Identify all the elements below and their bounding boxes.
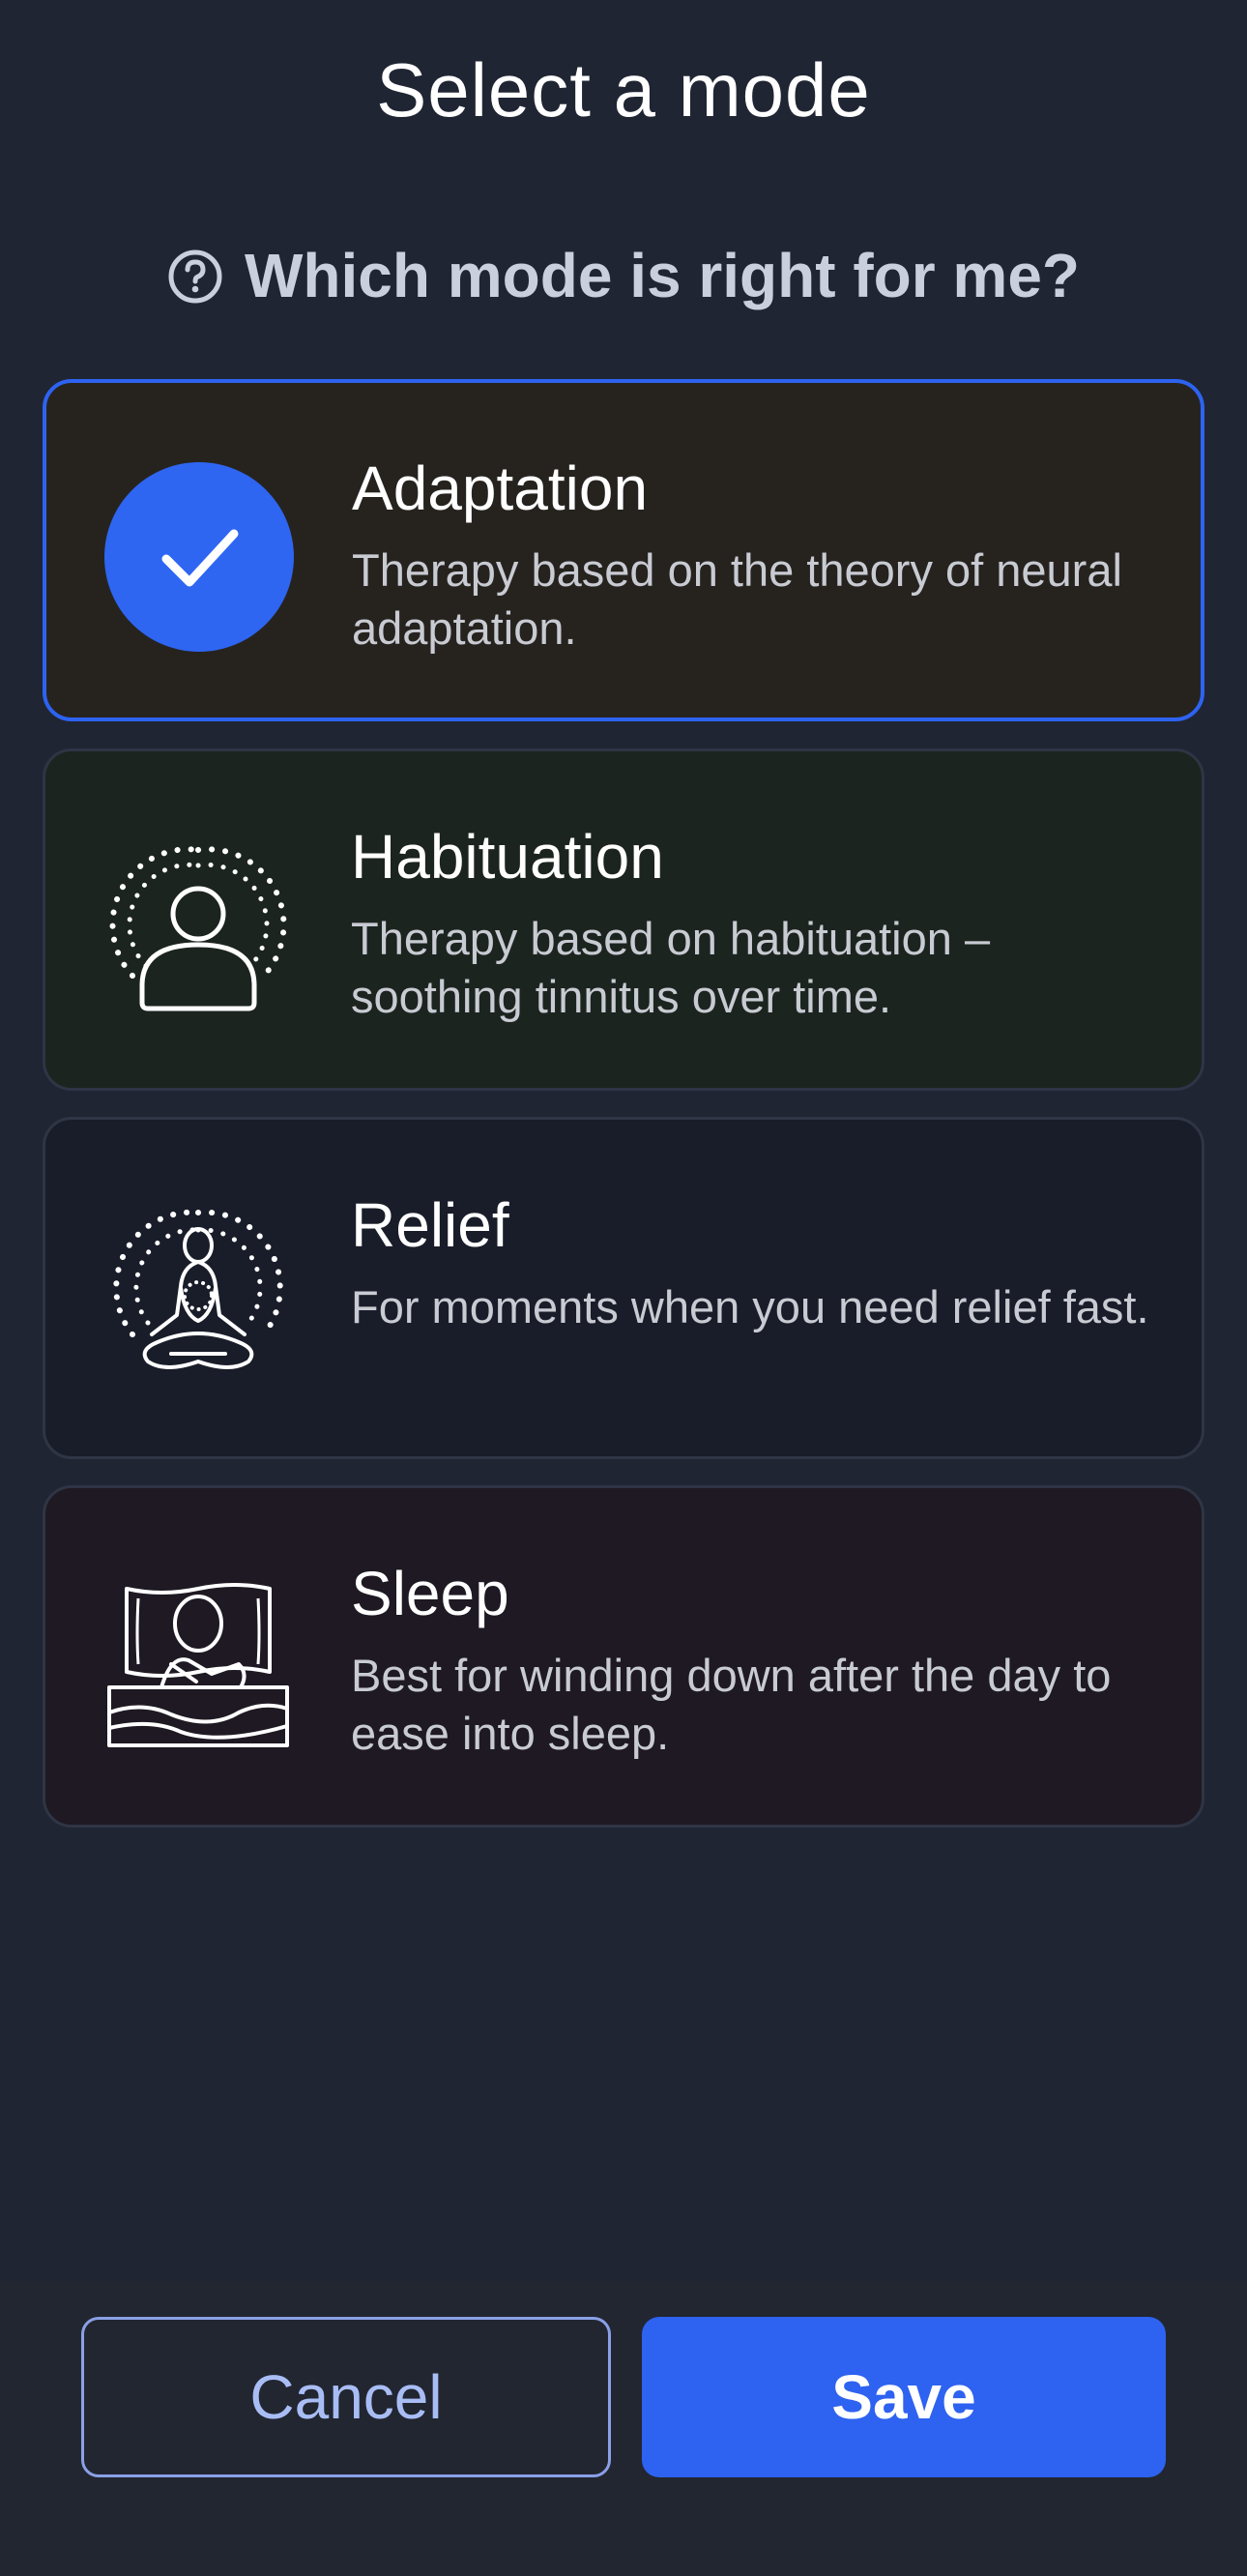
question-circle-icon — [167, 248, 223, 304]
help-link-label: Which mode is right for me? — [244, 241, 1081, 310]
cancel-button[interactable]: Cancel — [81, 2317, 611, 2477]
save-button[interactable]: Save — [642, 2317, 1166, 2477]
mode-description: For moments when you need relief fast. — [351, 1281, 1149, 1332]
mode-description: Best for winding down after the day to e… — [351, 1650, 1112, 1759]
mode-selection-screen: Select a mode Which mode is right for me… — [0, 0, 1247, 2576]
mode-card-habituation[interactable]: Habituation Therapy based on habituation… — [43, 748, 1204, 1091]
sleeping-person-icon — [103, 1567, 293, 1757]
mode-card-adaptation[interactable]: Adaptation Therapy based on the theory o… — [43, 379, 1204, 721]
mode-card-sleep[interactable]: Sleep Best for winding down after the da… — [43, 1485, 1204, 1828]
mode-card-relief[interactable]: Relief For moments when you need relief … — [43, 1117, 1204, 1459]
mode-description: Therapy based on habituation – soothing … — [351, 913, 991, 1022]
person-aura-icon — [103, 831, 293, 1020]
mode-name: Adaptation — [352, 454, 649, 523]
mode-description: Therapy based on the theory of neural ad… — [352, 544, 1122, 654]
mode-name: Sleep — [351, 1559, 509, 1628]
mode-name: Relief — [351, 1190, 509, 1260]
selected-indicator — [104, 462, 294, 652]
page-title: Select a mode — [376, 47, 871, 132]
mode-name: Habituation — [351, 822, 664, 892]
help-link[interactable]: Which mode is right for me? — [0, 240, 1247, 311]
meditation-icon — [103, 1199, 293, 1389]
checkmark-icon — [104, 462, 294, 652]
